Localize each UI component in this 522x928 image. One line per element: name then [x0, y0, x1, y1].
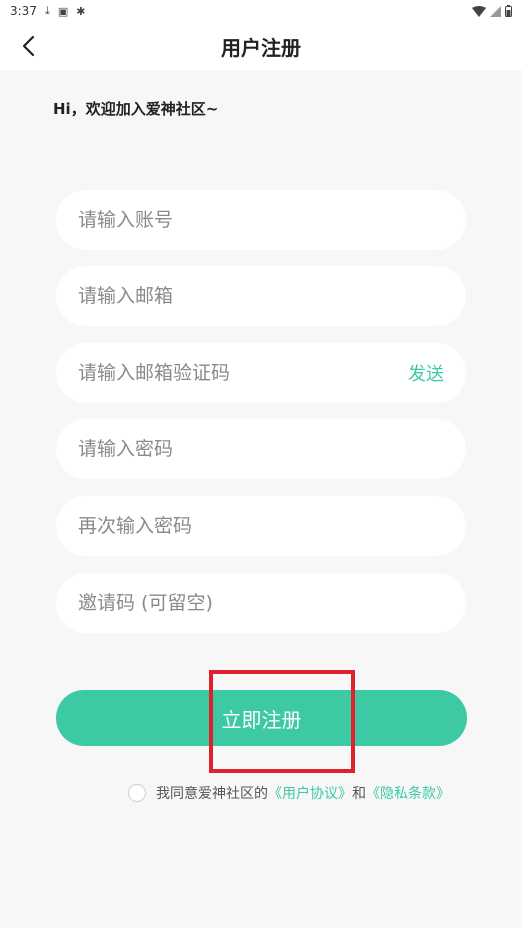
password-field[interactable]: [56, 419, 466, 479]
agreement-row: 我同意爱神社区的 《用户协议》 和 《隐私条款》: [128, 783, 450, 803]
confirm-password-input[interactable]: [78, 515, 444, 537]
back-button[interactable]: [12, 30, 44, 62]
invite-code-field[interactable]: [56, 573, 466, 633]
status-bar: 3:37 ⤓ ▣ ✱: [0, 0, 522, 22]
status-time: 3:37: [10, 4, 37, 18]
register-button[interactable]: 立即注册: [56, 690, 467, 746]
bug-icon: ✱: [76, 4, 86, 18]
signal-icon: [490, 5, 501, 17]
download-icon: ⤓: [44, 4, 50, 17]
verification-code-field[interactable]: 发送: [56, 343, 466, 403]
app-notification-icon: ▣: [57, 4, 69, 18]
welcome-text: Hi，欢迎加入爱神社区~: [53, 100, 219, 118]
page-title: 用户注册: [221, 35, 301, 60]
agreement-prefix: 我同意爱神社区的: [156, 786, 268, 802]
wifi-icon: [472, 5, 486, 17]
password-input[interactable]: [78, 438, 444, 460]
confirm-password-field[interactable]: [56, 496, 466, 556]
user-agreement-link[interactable]: 《用户协议》: [268, 783, 352, 803]
account-field[interactable]: [56, 190, 466, 250]
email-field[interactable]: [56, 266, 466, 326]
invite-code-input[interactable]: [78, 592, 444, 614]
chevron-left-icon: [22, 35, 35, 57]
account-input[interactable]: [78, 209, 444, 231]
verification-code-input[interactable]: [78, 362, 400, 384]
battery-icon: [505, 5, 512, 17]
privacy-policy-link[interactable]: 《隐私条款》: [366, 783, 450, 803]
send-code-button[interactable]: 发送: [408, 360, 444, 386]
agree-checkbox[interactable]: [128, 784, 146, 802]
agreement-and: 和: [352, 786, 366, 802]
header: 用户注册: [0, 22, 522, 70]
email-input[interactable]: [78, 285, 444, 307]
